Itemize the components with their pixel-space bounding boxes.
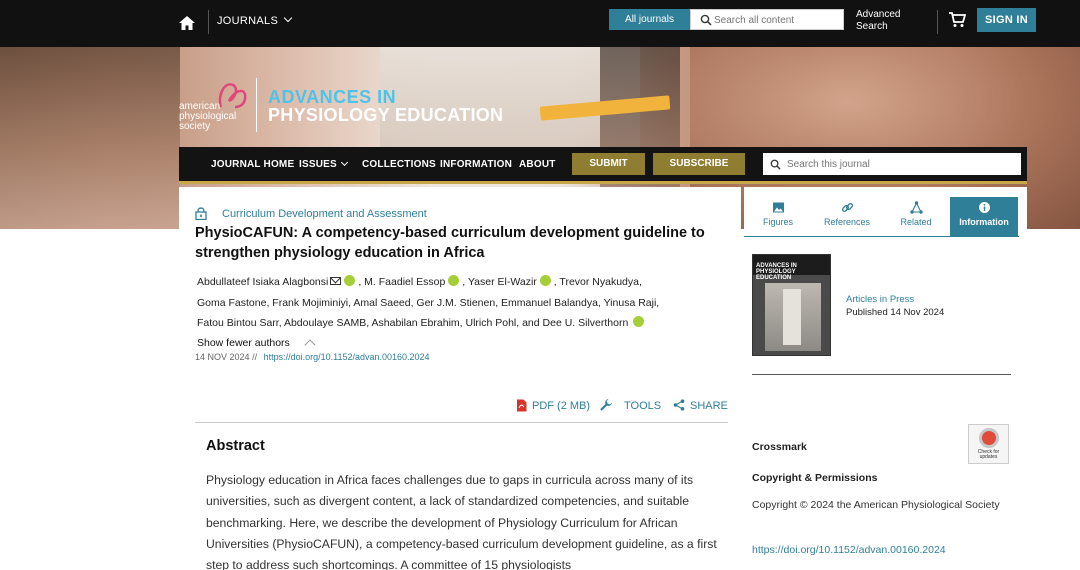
journal-search-input[interactable] [787, 156, 1012, 172]
divider [208, 10, 209, 34]
pdf-download-link[interactable]: PDF (2 MB) [532, 400, 590, 412]
articles-in-press-link[interactable]: Articles in Press [846, 294, 914, 305]
nav-about[interactable]: ABOUT [519, 159, 556, 170]
author-link[interactable]: , M. Faadiel Essop [358, 276, 445, 288]
global-search-box [690, 9, 844, 30]
advanced-search-link[interactable]: Advanced Search [856, 9, 900, 33]
crossmark-badge-line-2: updates [979, 454, 998, 460]
crossmark-badge[interactable]: Check for updates [968, 424, 1009, 464]
author-links[interactable]: Fatou Bintou Sarr, Abdoulaye SAMB, Ashab… [197, 317, 628, 329]
divider [195, 422, 728, 423]
nav-issues[interactable]: ISSUES [299, 158, 348, 170]
divider [752, 374, 1011, 375]
orcid-icon[interactable] [633, 316, 645, 327]
email-icon[interactable] [330, 277, 342, 285]
show-fewer-authors-toggle[interactable]: Show fewer authors [197, 337, 290, 349]
search-icon[interactable] [770, 159, 781, 170]
image-icon [772, 202, 784, 213]
cover-artwork [783, 289, 801, 345]
global-top-bar: JOURNALS All journals Advanced Search SI… [0, 0, 1080, 47]
banner-image-region [0, 47, 180, 229]
journals-label: JOURNALS [217, 15, 279, 27]
lock-open-icon [195, 207, 207, 220]
network-icon [909, 201, 923, 214]
global-search-input[interactable] [714, 12, 840, 28]
published-date: Published 14 Nov 2024 [846, 307, 945, 318]
wrench-icon[interactable] [599, 398, 613, 412]
author-link[interactable]: , Yaser El-Wazir [462, 276, 536, 288]
search-icon[interactable] [700, 14, 712, 26]
copyright-heading: Copyright & Permissions [752, 472, 878, 484]
pdf-icon[interactable] [516, 399, 527, 412]
side-doi-link[interactable]: https://doi.org/10.1152/advan.00160.2024 [752, 544, 946, 556]
crossmark-icon [978, 428, 999, 448]
abstract-text: Physiology education in Africa faces cha… [206, 473, 717, 570]
divider [744, 236, 1019, 237]
nav-journal-home[interactable]: JOURNAL HOME [211, 159, 294, 170]
author-list: Abdullateef Isiaka Alagbonsi , M. Faadiel… [197, 272, 697, 334]
tab-figures-label: Figures [762, 217, 793, 227]
orcid-icon[interactable] [448, 275, 460, 286]
author-line-2[interactable]: Goma Fastone, Frank Mojiminiyi, Amal Sae… [197, 293, 697, 314]
share-icon[interactable] [673, 399, 685, 411]
advanced-search-label-1: Advanced [856, 9, 901, 20]
doi-link[interactable]: https://doi.org/10.1152/advan.00160.2024 [264, 352, 430, 362]
author-line-3: Fatou Bintou Sarr, Abdoulaye SAMB, Ashab… [197, 313, 697, 334]
tab-information-label: Information [959, 217, 1009, 227]
sign-in-button[interactable]: SIGN IN [977, 8, 1036, 32]
advanced-search-label-2: Search [856, 21, 888, 32]
author-line-1: Abdullateef Isiaka Alagbonsi , M. Faadiel… [197, 272, 697, 293]
article-side-panel: Figures References Related Information A… [744, 187, 1027, 570]
cover-title: ADVANCES IN PHYSIOLOGY EDUCATION [756, 263, 797, 281]
link-icon [841, 203, 853, 212]
cover-title-line-3: EDUCATION [756, 275, 792, 281]
nav-collections[interactable]: COLLECTIONS [362, 159, 436, 170]
chevron-down-icon [340, 158, 348, 167]
crossmark-heading: Crossmark [752, 441, 807, 453]
chevron-down-icon [283, 13, 293, 23]
all-journals-dropdown[interactable]: All journals [609, 9, 690, 30]
nav-issues-label: ISSUES [299, 159, 337, 170]
share-button[interactable]: SHARE [690, 400, 728, 412]
home-icon[interactable] [178, 14, 196, 32]
journals-menu[interactable]: JOURNALS [217, 13, 293, 27]
tab-figures[interactable]: Figures [744, 197, 812, 237]
copyright-text: Copyright © 2024 the American Physiologi… [752, 499, 1000, 511]
divider [256, 78, 257, 132]
orcid-icon[interactable] [539, 275, 551, 286]
article-date-line: 14 NOV 2024 // https://doi.org/10.1152/a… [195, 352, 430, 362]
journal-nav-bar: JOURNAL HOME ISSUES COLLECTIONS INFORMAT… [179, 147, 1027, 184]
tab-references[interactable]: References [813, 197, 881, 237]
cart-icon[interactable] [948, 11, 966, 28]
abstract-heading: Abstract [206, 438, 265, 454]
date-separator: // [252, 352, 258, 362]
tab-related-label: Related [900, 217, 932, 227]
journal-search-box [763, 153, 1021, 175]
orcid-icon[interactable] [344, 275, 356, 286]
journal-cover-image[interactable]: ADVANCES IN PHYSIOLOGY EDUCATION [752, 254, 831, 356]
society-line-3: society [179, 121, 211, 132]
tools-button[interactable]: TOOLS [624, 400, 661, 412]
publish-date: 14 NOV 2024 [195, 352, 250, 362]
subscribe-button[interactable]: SUBSCRIBE [653, 153, 745, 175]
author-link[interactable]: , Trevor Nyakudya, [554, 276, 642, 288]
article-category-link[interactable]: Curriculum Development and Assessment [222, 208, 427, 220]
tab-information[interactable]: Information [950, 197, 1018, 237]
tab-related[interactable]: Related [882, 197, 950, 237]
article-title: PhysioCAFUN: A competency-based curricul… [195, 225, 705, 261]
article-main: Curriculum Development and Assessment Ph… [179, 187, 741, 570]
divider [937, 10, 938, 34]
nav-information[interactable]: INFORMATION [440, 159, 512, 170]
submit-button[interactable]: SUBMIT [572, 153, 645, 175]
tab-references-label: References [823, 217, 871, 227]
society-logo-text[interactable]: american physiological society [179, 102, 236, 132]
info-icon [978, 202, 990, 213]
author-link[interactable]: Abdullateef Isiaka Alagbonsi [197, 276, 328, 288]
chevron-up-icon[interactable] [304, 339, 316, 351]
journal-title-line-2[interactable]: PHYSIOLOGY EDUCATION [268, 105, 503, 126]
